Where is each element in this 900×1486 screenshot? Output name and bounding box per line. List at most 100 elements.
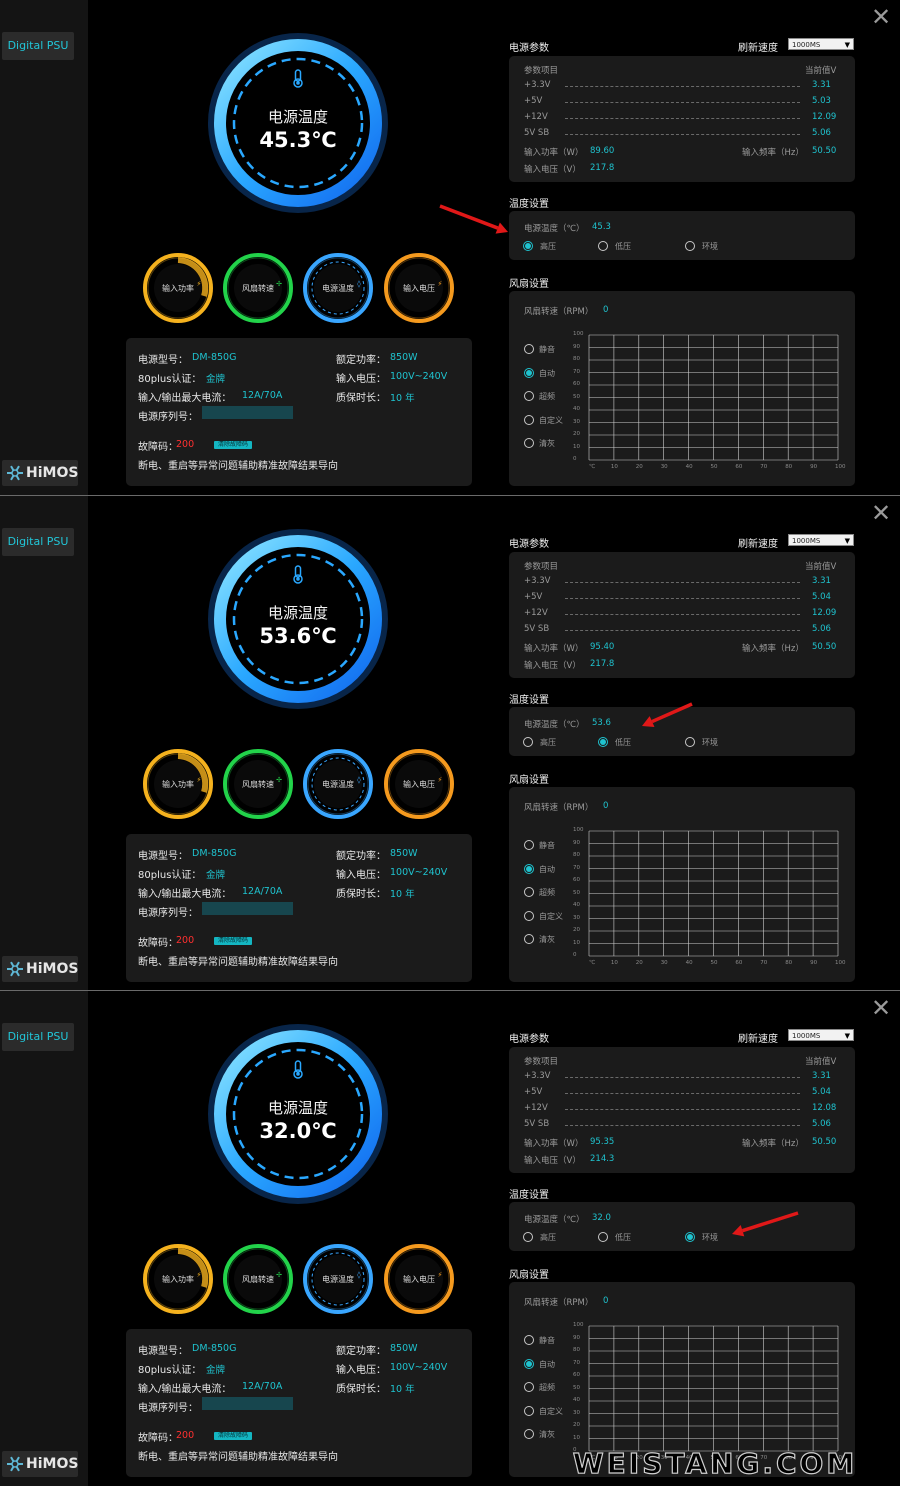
close-button[interactable]: ✕ — [870, 501, 892, 525]
current-value-header: 当前值V — [805, 562, 837, 572]
app-tab-digital-psu[interactable]: Digital PSU — [2, 1023, 74, 1051]
refresh-speed-select[interactable]: 1000MS ▼ — [788, 534, 854, 546]
refresh-speed-select[interactable]: 1000MS ▼ — [788, 1029, 854, 1041]
rail-value: 12.09 — [812, 112, 837, 122]
snowflake-icon — [7, 465, 23, 481]
temp-mode-radio[interactable] — [685, 241, 695, 251]
temp-mode-label: 环境 — [702, 1233, 718, 1242]
clear-fault-button[interactable]: 清除故障码 — [214, 1432, 252, 1440]
x-tick-label: 40 — [685, 960, 693, 966]
max-current-label: 输入/输出最大电流： — [138, 1384, 232, 1395]
warranty-label: 质保时长： — [336, 1384, 386, 1395]
dotted-leader — [565, 118, 800, 119]
temp-mode-radio[interactable] — [685, 737, 695, 747]
input-voltage-range-label: 输入电压： — [336, 1365, 386, 1376]
model-value: DM-850G — [192, 1343, 237, 1354]
input-freq-value: 50.50 — [812, 642, 837, 652]
clear-fault-button[interactable]: 清除故障码 — [214, 441, 252, 449]
temp-mode-radio[interactable] — [598, 1232, 608, 1242]
refresh-speed-select[interactable]: 1000MS ▼ — [788, 38, 854, 50]
y-tick-label: 70 — [573, 864, 580, 871]
close-button[interactable]: ✕ — [870, 996, 892, 1020]
temperature-title: 电源温度 — [267, 604, 328, 622]
input-power-label: 输入功率（W） — [524, 1139, 584, 1149]
y-tick-label: 100 — [573, 827, 584, 833]
dotted-leader — [565, 86, 800, 87]
fan-settings-title: 风扇设置 — [509, 775, 549, 786]
warranty-value: 10 年 — [390, 1384, 415, 1395]
x-tick-label: 20 — [635, 960, 643, 966]
temp-mode-radio[interactable] — [685, 1232, 695, 1242]
y-tick-label: 100 — [573, 331, 584, 337]
fan-settings-card: 风扇转速（RPM） 0 静音 自动 超频 自定义 清灰 100 90 80 70 60 50 40 30 20… — [509, 787, 855, 982]
clear-fault-button[interactable]: 清除故障码 — [214, 937, 252, 945]
fan-settings-title: 风扇设置 — [509, 1270, 549, 1281]
y-tick-label: 10 — [573, 939, 580, 946]
param-item-header: 参数项目 — [524, 1057, 559, 1067]
dotted-leader — [565, 1093, 800, 1094]
device-info-card: 电源型号： DM-850G 额定功率： 850W 80plus认证： 金牌 输入电压： 100… — [126, 1329, 472, 1477]
temp-mode-radio[interactable] — [523, 241, 533, 251]
temperature-value: 53.6℃ — [259, 624, 337, 648]
rail-label: +5V — [524, 1087, 543, 1097]
y-tick-label: 90 — [573, 1334, 580, 1341]
dotted-leader — [565, 1125, 800, 1126]
fan-curve-chart — [588, 830, 839, 957]
param-item-header: 参数项目 — [524, 562, 559, 572]
rail-value: 12.08 — [812, 1103, 837, 1113]
rated-power-label: 额定功率： — [336, 851, 386, 862]
device-info-card: 电源型号： DM-850G 额定功率： 850W 80plus认证： 金牌 输入电压： 100… — [126, 834, 472, 982]
y-tick-label: 60 — [573, 877, 580, 883]
y-tick-label: 60 — [573, 1372, 580, 1378]
temp-mode-radio[interactable] — [598, 241, 608, 251]
sidebar: Digital PSU HiMOS — [0, 496, 88, 991]
rail-value: 5.06 — [812, 128, 831, 138]
rated-power-value: 850W — [390, 352, 418, 363]
gauge-label: 电源温度 — [322, 284, 354, 293]
himos-logo: HiMOS — [2, 1451, 78, 1477]
app-tab-digital-psu[interactable]: Digital PSU — [2, 32, 74, 60]
snowflake-icon — [7, 961, 23, 977]
rail-label: +5V — [524, 96, 543, 106]
temp-mode-radio[interactable] — [598, 737, 608, 747]
certification-value: 金牌 — [206, 374, 226, 385]
fault-code-value: 200 — [176, 439, 195, 450]
input-power-value: 89.60 — [590, 146, 615, 156]
close-button[interactable]: ✕ — [870, 5, 892, 29]
max-current-label: 输入/输出最大电流： — [138, 889, 232, 900]
rail-value: 3.31 — [812, 80, 831, 90]
fan-curve-chart — [588, 334, 839, 461]
temp-mode-label: 低压 — [615, 1233, 631, 1242]
watermark: WEISTANG.COM — [572, 1446, 855, 1480]
y-tick-label: 50 — [573, 393, 580, 400]
x-tick-label: 80 — [785, 960, 793, 966]
temp-mode-radio[interactable] — [523, 1232, 533, 1242]
certification-label: 80plus认证： — [138, 1365, 202, 1376]
app-tab-digital-psu[interactable]: Digital PSU — [2, 528, 74, 556]
temperature-title: 电源温度 — [267, 108, 328, 126]
dotted-leader — [565, 614, 800, 615]
gauge-label: 输入电压 — [403, 284, 435, 293]
logo-text: HiMOS — [26, 1456, 79, 1472]
app-window: Digital PSU HiMOS ✕ 电源温度 45.3℃ ⚡ 输入功率 ✢ 风扇转速 ◊ 电源温… — [0, 0, 900, 495]
x-tick-label: 40 — [685, 464, 693, 470]
rail-label: +3.3V — [524, 80, 551, 90]
rated-power-value: 850W — [390, 848, 418, 859]
y-tick-label: 20 — [573, 927, 580, 933]
gauge-label: 输入功率 — [162, 1275, 194, 1284]
model-label: 电源型号： — [138, 1346, 188, 1357]
input-power-label: 输入功率（W） — [524, 644, 584, 654]
y-tick-label: 70 — [573, 1359, 580, 1366]
psu-temp-value: 45.3 — [592, 222, 611, 232]
max-current-value: 12A/70A — [242, 390, 283, 401]
x-tick-label: 90 — [810, 464, 818, 470]
dotted-leader — [565, 582, 800, 583]
sidebar: Digital PSU HiMOS — [0, 991, 88, 1486]
red-annotation-arrow — [642, 702, 693, 728]
input-voltage-range-value: 100V~240V — [390, 867, 448, 878]
x-tick-label: 50 — [710, 464, 718, 470]
rated-power-label: 额定功率： — [336, 355, 386, 366]
y-tick-label: 10 — [573, 1434, 580, 1441]
temp-mode-radio[interactable] — [523, 737, 533, 747]
y-tick-label: 50 — [573, 889, 580, 896]
